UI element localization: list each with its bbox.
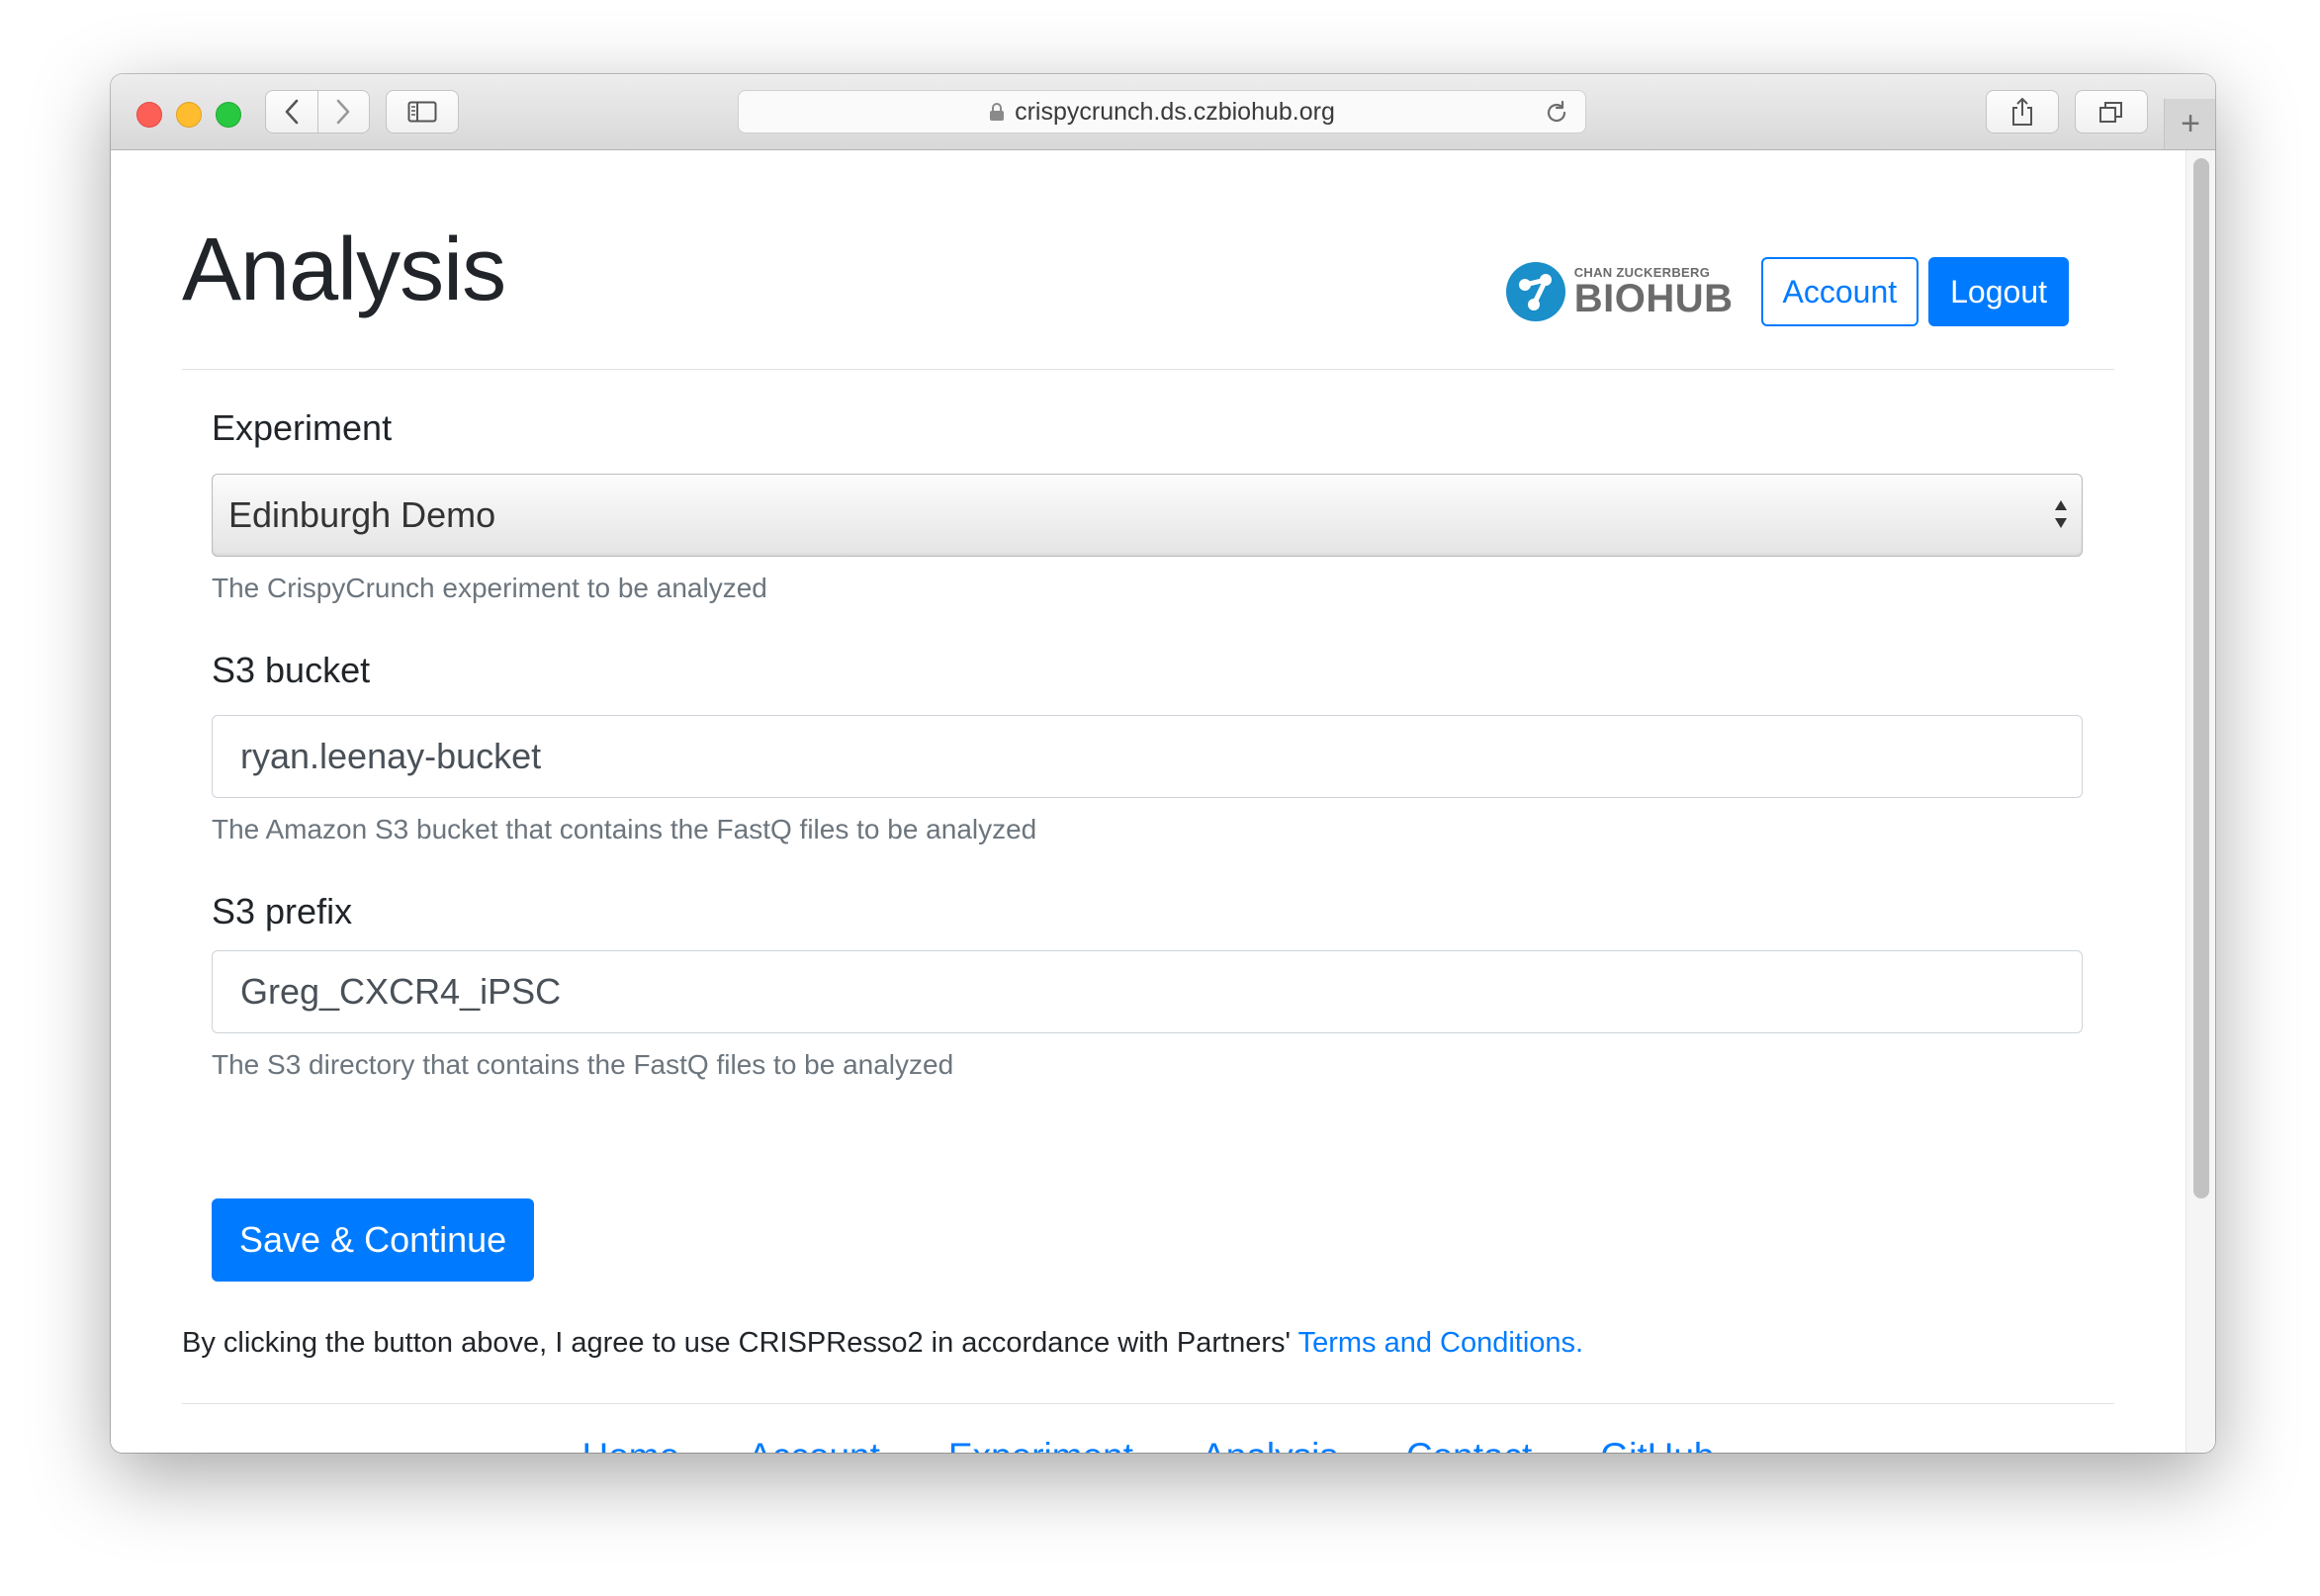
- new-tab-button[interactable]: +: [2164, 99, 2215, 149]
- terms-link[interactable]: Terms and Conditions.: [1298, 1327, 1584, 1359]
- lock-icon: [989, 102, 1005, 122]
- zoom-window-button[interactable]: [216, 102, 241, 128]
- footer-link-account[interactable]: Account: [748, 1436, 880, 1453]
- experiment-help: The CrispyCrunch experiment to be analyz…: [212, 573, 767, 603]
- tabs-overview-icon: [2099, 102, 2122, 123]
- experiment-label: Experiment: [212, 407, 393, 448]
- agreement-sentence: By clicking the button above, I agree to…: [182, 1327, 1298, 1359]
- page-content: Analysis CHAN ZUCKERBERG BIOHUB Account …: [111, 150, 2215, 1453]
- scrollbar-thumb[interactable]: [2193, 158, 2209, 1198]
- chevron-right-icon: [336, 99, 350, 125]
- close-window-button[interactable]: [136, 102, 162, 128]
- footer-divider: [182, 1403, 2114, 1404]
- footer-link-home[interactable]: Home: [582, 1436, 680, 1453]
- forward-button[interactable]: [316, 91, 370, 133]
- url-text: crispycrunch.ds.czbiohub.org: [1015, 97, 1335, 126]
- page-title: Analysis: [182, 221, 506, 319]
- bucket-input[interactable]: ryan.leenay-bucket: [212, 715, 2083, 798]
- chevron-left-icon: [285, 99, 299, 125]
- experiment-select[interactable]: Edinburgh Demo: [212, 474, 2083, 557]
- select-arrows-icon: [2052, 496, 2070, 541]
- prefix-input-value: Greg_CXCR4_iPSC: [240, 971, 562, 1012]
- footer-link-experiment[interactable]: Experiment: [948, 1436, 1133, 1453]
- header-actions: CHAN ZUCKERBERG BIOHUB Account Logout: [1505, 257, 2069, 326]
- bucket-input-value: ryan.leenay-bucket: [240, 736, 542, 776]
- back-button[interactable]: [266, 91, 317, 133]
- biohub-logo[interactable]: CHAN ZUCKERBERG BIOHUB: [1505, 261, 1734, 322]
- show-tabs-button[interactable]: [2075, 90, 2148, 133]
- footer-nav: Home Account Experiment Analysis Contact…: [111, 1436, 2186, 1453]
- save-continue-button[interactable]: Save & Continue: [212, 1198, 535, 1282]
- sidebar-toggle-button[interactable]: [386, 90, 459, 133]
- share-button[interactable]: [1986, 90, 2059, 133]
- header-divider: [182, 369, 2114, 370]
- experiment-select-value: Edinburgh Demo: [228, 494, 496, 535]
- logo-big-text: BIOHUB: [1573, 276, 1734, 320]
- agreement-text: By clicking the button above, I agree to…: [182, 1327, 1583, 1360]
- prefix-input[interactable]: Greg_CXCR4_iPSC: [212, 950, 2083, 1033]
- bucket-help: The Amazon S3 bucket that contains the F…: [212, 814, 1037, 844]
- browser-toolbar: crispycrunch.ds.czbiohub.org +: [111, 74, 2215, 150]
- logout-button[interactable]: Logout: [1928, 257, 2069, 326]
- share-icon: [2012, 97, 2032, 126]
- minimize-window-button[interactable]: [176, 102, 202, 128]
- biohub-logo-icon: [1505, 262, 1565, 321]
- history-nav-group: [265, 90, 370, 133]
- footer-link-contact[interactable]: Contact: [1406, 1436, 1533, 1453]
- plus-icon: +: [2181, 105, 2200, 142]
- reload-icon[interactable]: [1544, 100, 1569, 133]
- prefix-label: S3 prefix: [212, 891, 353, 931]
- footer-link-analysis[interactable]: Analysis: [1202, 1436, 1338, 1453]
- sidebar-icon: [407, 101, 437, 123]
- address-bar[interactable]: crispycrunch.ds.czbiohub.org: [738, 90, 1586, 133]
- footer-link-github[interactable]: GitHub: [1600, 1436, 1714, 1453]
- browser-window: crispycrunch.ds.czbiohub.org + Analysis: [111, 74, 2215, 1453]
- prefix-help: The S3 directory that contains the FastQ…: [212, 1049, 954, 1080]
- vertical-scrollbar[interactable]: [2186, 150, 2215, 1453]
- account-button[interactable]: Account: [1760, 257, 1919, 326]
- bucket-label: S3 bucket: [212, 650, 371, 690]
